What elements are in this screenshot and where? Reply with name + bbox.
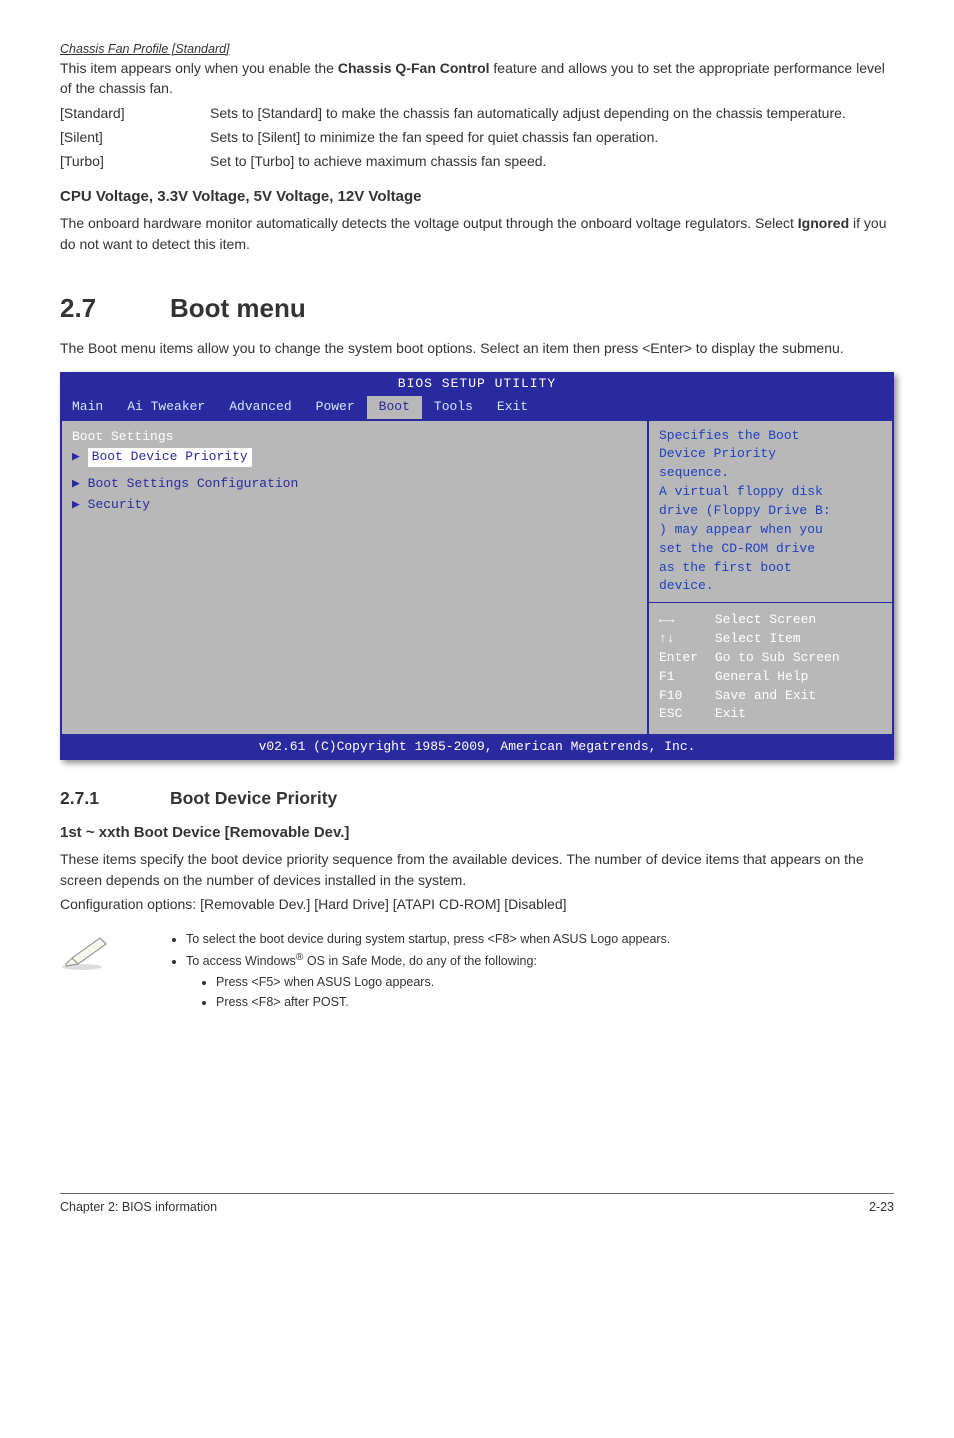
voltage-body-pre: The onboard hardware monitor automatical… [60, 215, 798, 231]
bios-left-item-label: Boot Device Priority [88, 448, 252, 467]
bios-tab-tools[interactable]: Tools [422, 396, 485, 419]
note-block: To select the boot device during system … [60, 930, 894, 1013]
bios-help-text: Specifies the Boot Device Priority seque… [649, 421, 892, 604]
bios-key-row: ESC Exit [659, 705, 882, 724]
bios-key-legend: ←→ Select Screen ↑↓ Select Item Enter Go… [649, 603, 892, 734]
cfp-option-desc: Sets to [Standard] to make the chassis f… [210, 103, 894, 123]
page-footer: Chapter 2: BIOS information 2-23 [60, 1194, 894, 1216]
note-bullet: To select the boot device during system … [186, 930, 894, 948]
bios-key: ↑↓ [659, 630, 707, 649]
bios-tab-power[interactable]: Power [304, 396, 367, 419]
cfp-option-label: [Standard] [60, 103, 210, 123]
bios-left-item-label: Boot Settings Configuration [88, 476, 299, 491]
bios-title: BIOS SETUP UTILITY [60, 372, 894, 396]
boot-device-body2: Configuration options: [Removable Dev.] … [60, 894, 894, 914]
cfp-option-desc: Set to [Turbo] to achieve maximum chassi… [210, 151, 894, 171]
cfp-option-row: [Silent] Sets to [Silent] to minimize th… [60, 127, 894, 147]
bios-help-line: sequence. [659, 464, 882, 483]
note-sub-bullet: Press <F8> after POST. [216, 993, 894, 1011]
bios-help-line: A virtual floppy disk [659, 483, 882, 502]
note-icon-cell [60, 930, 170, 977]
cfp-option-label: [Silent] [60, 127, 210, 147]
bios-left-heading: Boot Settings [72, 427, 637, 448]
cfp-intro-bold: Chassis Q-Fan Control [338, 60, 490, 76]
bios-key-row: ↑↓ Select Item [659, 630, 882, 649]
bios-key: F10 [659, 687, 707, 706]
section-2-7-1-heading: 2.7.1 Boot Device Priority [60, 786, 894, 811]
bios-left-item[interactable]: ▶ Security [72, 495, 637, 516]
bios-body: Boot Settings ▶ Boot Device Priority ▶ B… [60, 419, 894, 737]
voltage-body: The onboard hardware monitor automatical… [60, 213, 894, 254]
note-sub-bullet: Press <F5> when ASUS Logo appears. [216, 973, 894, 991]
bios-tab-main[interactable]: Main [60, 396, 115, 419]
bios-key: F1 [659, 668, 707, 687]
bios-help-line: Device Priority [659, 445, 882, 464]
bios-tab-exit[interactable]: Exit [485, 396, 540, 419]
bios-key: ESC [659, 705, 707, 724]
pencil-icon [60, 932, 110, 972]
bios-key-desc: Select Item [715, 631, 801, 646]
cfp-option-desc: Sets to [Silent] to minimize the fan spe… [210, 127, 894, 147]
bios-screenshot: BIOS SETUP UTILITY Main Ai Tweaker Advan… [60, 372, 894, 760]
note-b2-post: OS in Safe Mode, do any of the following… [303, 954, 536, 968]
bios-tab-boot[interactable]: Boot [367, 396, 422, 419]
bios-menubar: Main Ai Tweaker Advanced Power Boot Tool… [60, 396, 894, 419]
bios-left-pane: Boot Settings ▶ Boot Device Priority ▶ B… [60, 419, 649, 737]
footer-right: 2-23 [869, 1198, 894, 1216]
cfp-option-label: [Turbo] [60, 151, 210, 171]
cfp-option-row: [Turbo] Set to [Turbo] to achieve maximu… [60, 151, 894, 171]
bios-key-desc: Select Screen [715, 612, 816, 627]
submenu-arrow-icon: ▶ [72, 476, 88, 491]
cfp-intro: This item appears only when you enable t… [60, 58, 894, 99]
bios-left-item[interactable]: ▶ Boot Device Priority [72, 447, 637, 468]
note-b2-pre: To access Windows [186, 954, 296, 968]
bios-help-line: device. [659, 577, 882, 596]
section-2-7-body: The Boot menu items allow you to change … [60, 338, 894, 358]
bios-help-line: set the CD-ROM drive [659, 540, 882, 559]
note-bullet: To access Windows® OS in Safe Mode, do a… [186, 950, 894, 1011]
boot-device-body1: These items specify the boot device prio… [60, 849, 894, 890]
bios-left-item[interactable]: ▶ Boot Settings Configuration [72, 474, 637, 495]
bios-key-row: ←→ Select Screen [659, 611, 882, 630]
bios-right-pane: Specifies the Boot Device Priority seque… [649, 419, 894, 737]
cfp-heading: Chassis Fan Profile [Standard] [60, 40, 894, 58]
bios-key-desc: General Help [715, 669, 809, 684]
submenu-arrow-icon: ▶ [72, 497, 88, 512]
submenu-arrow-icon: ▶ [72, 449, 88, 464]
bios-key-desc: Go to Sub Screen [715, 650, 840, 665]
footer-left: Chapter 2: BIOS information [60, 1198, 217, 1216]
boot-device-subheading: 1st ~ xxth Boot Device [Removable Dev.] [60, 822, 894, 844]
bios-key-desc: Exit [715, 706, 746, 721]
cfp-intro-pre: This item appears only when you enable t… [60, 60, 338, 76]
section-2-7-1-title: Boot Device Priority [170, 786, 337, 811]
section-2-7-1-num: 2.7.1 [60, 786, 170, 811]
bios-footer: v02.61 (C)Copyright 1985-2009, American … [60, 736, 894, 760]
bios-tab-advanced[interactable]: Advanced [217, 396, 303, 419]
bios-left-item-label: Security [88, 497, 150, 512]
bios-help-line: Specifies the Boot [659, 427, 882, 446]
bios-tab-ai-tweaker[interactable]: Ai Tweaker [115, 396, 217, 419]
bios-help-line: ) may appear when you [659, 521, 882, 540]
section-2-7-title: Boot menu [170, 290, 306, 328]
bios-key-row: Enter Go to Sub Screen [659, 649, 882, 668]
voltage-body-bold: Ignored [798, 215, 849, 231]
cfp-option-row: [Standard] Sets to [Standard] to make th… [60, 103, 894, 123]
bios-key-desc: Save and Exit [715, 688, 816, 703]
bios-key-row: F10 Save and Exit [659, 687, 882, 706]
bios-help-line: as the first boot [659, 559, 882, 578]
section-2-7-heading: 2.7 Boot menu [60, 290, 894, 328]
bios-key: Enter [659, 649, 707, 668]
voltage-heading: CPU Voltage, 3.3V Voltage, 5V Voltage, 1… [60, 186, 894, 208]
bios-help-line: drive (Floppy Drive B: [659, 502, 882, 521]
bios-key: ←→ [659, 611, 707, 630]
note-body: To select the boot device during system … [170, 930, 894, 1013]
section-2-7-num: 2.7 [60, 290, 170, 328]
bios-key-row: F1 General Help [659, 668, 882, 687]
